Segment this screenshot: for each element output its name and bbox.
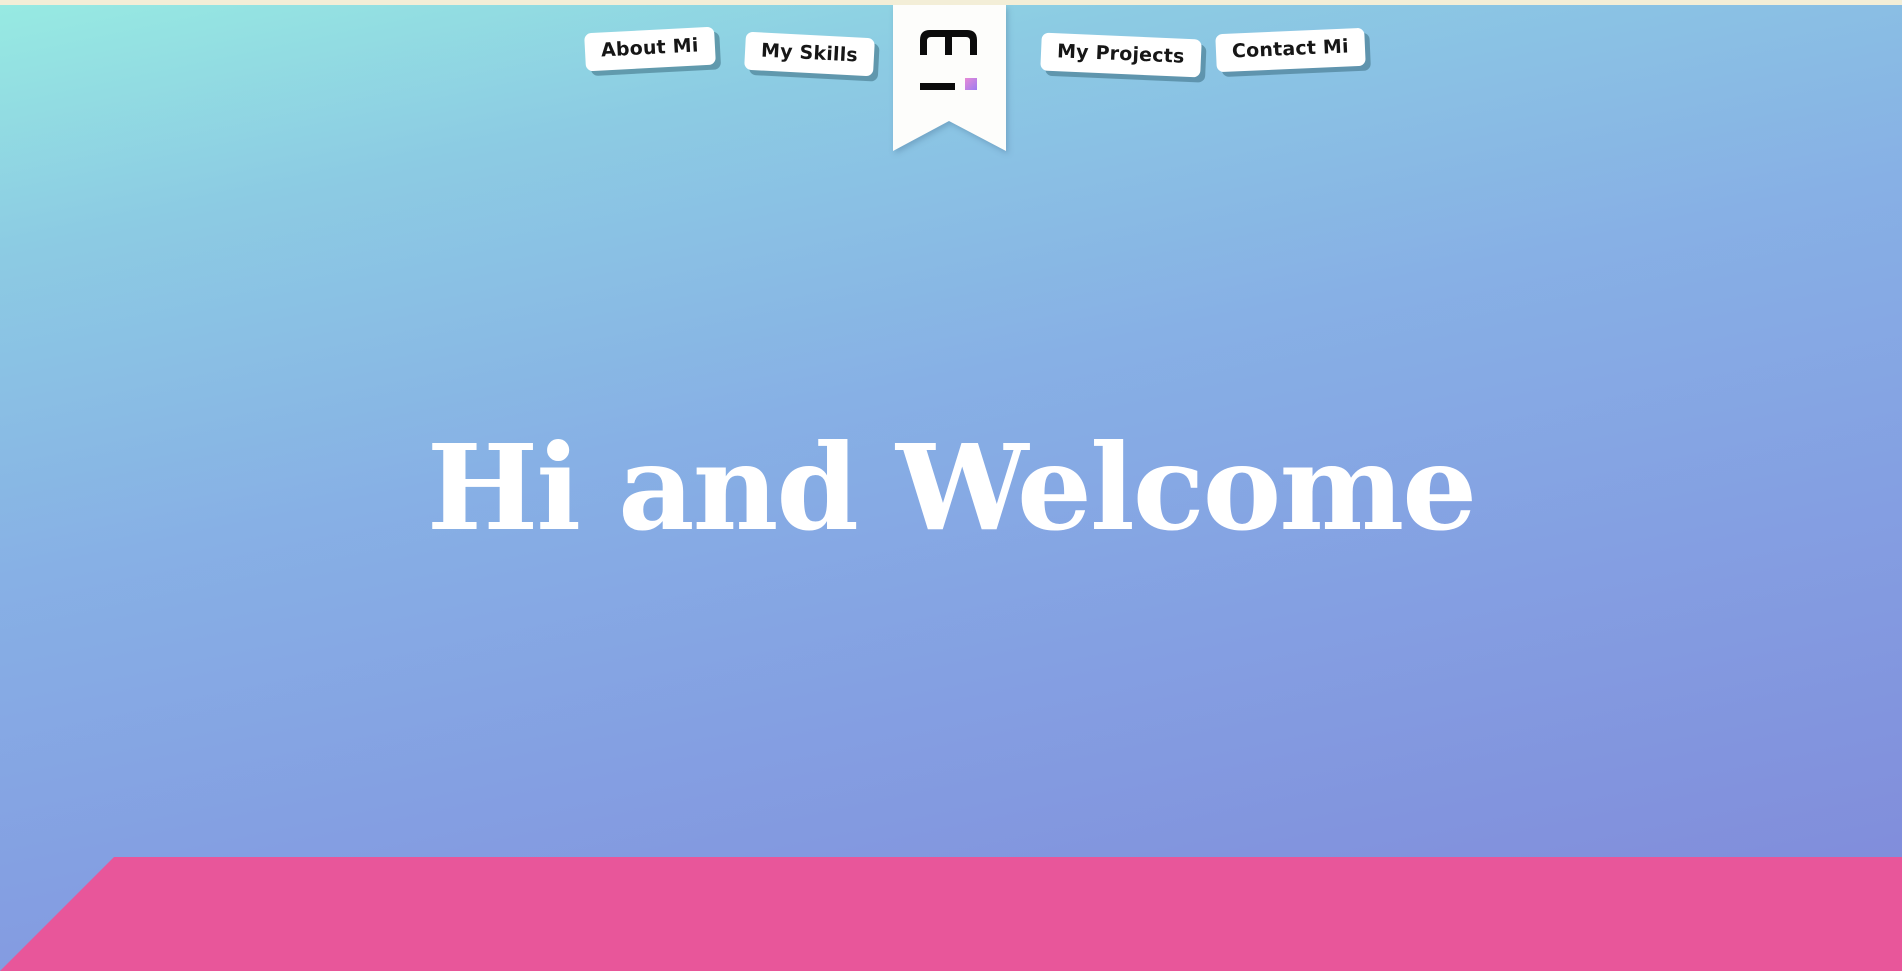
logo-banner[interactable] (893, 5, 1006, 151)
nav-skills-link[interactable]: My Skills (744, 31, 875, 77)
nav-projects-link[interactable]: My Projects (1040, 32, 1202, 78)
nav-about-link[interactable]: About Mi (584, 26, 716, 72)
footer-band (0, 857, 1902, 971)
hero-title: Hi and Welcome (426, 418, 1478, 557)
nav-contact-link[interactable]: Contact Mi (1215, 27, 1366, 73)
hero-section: About Mi My Skills My Projects Contact M… (0, 5, 1902, 971)
mi-monogram-icon (893, 5, 1006, 151)
